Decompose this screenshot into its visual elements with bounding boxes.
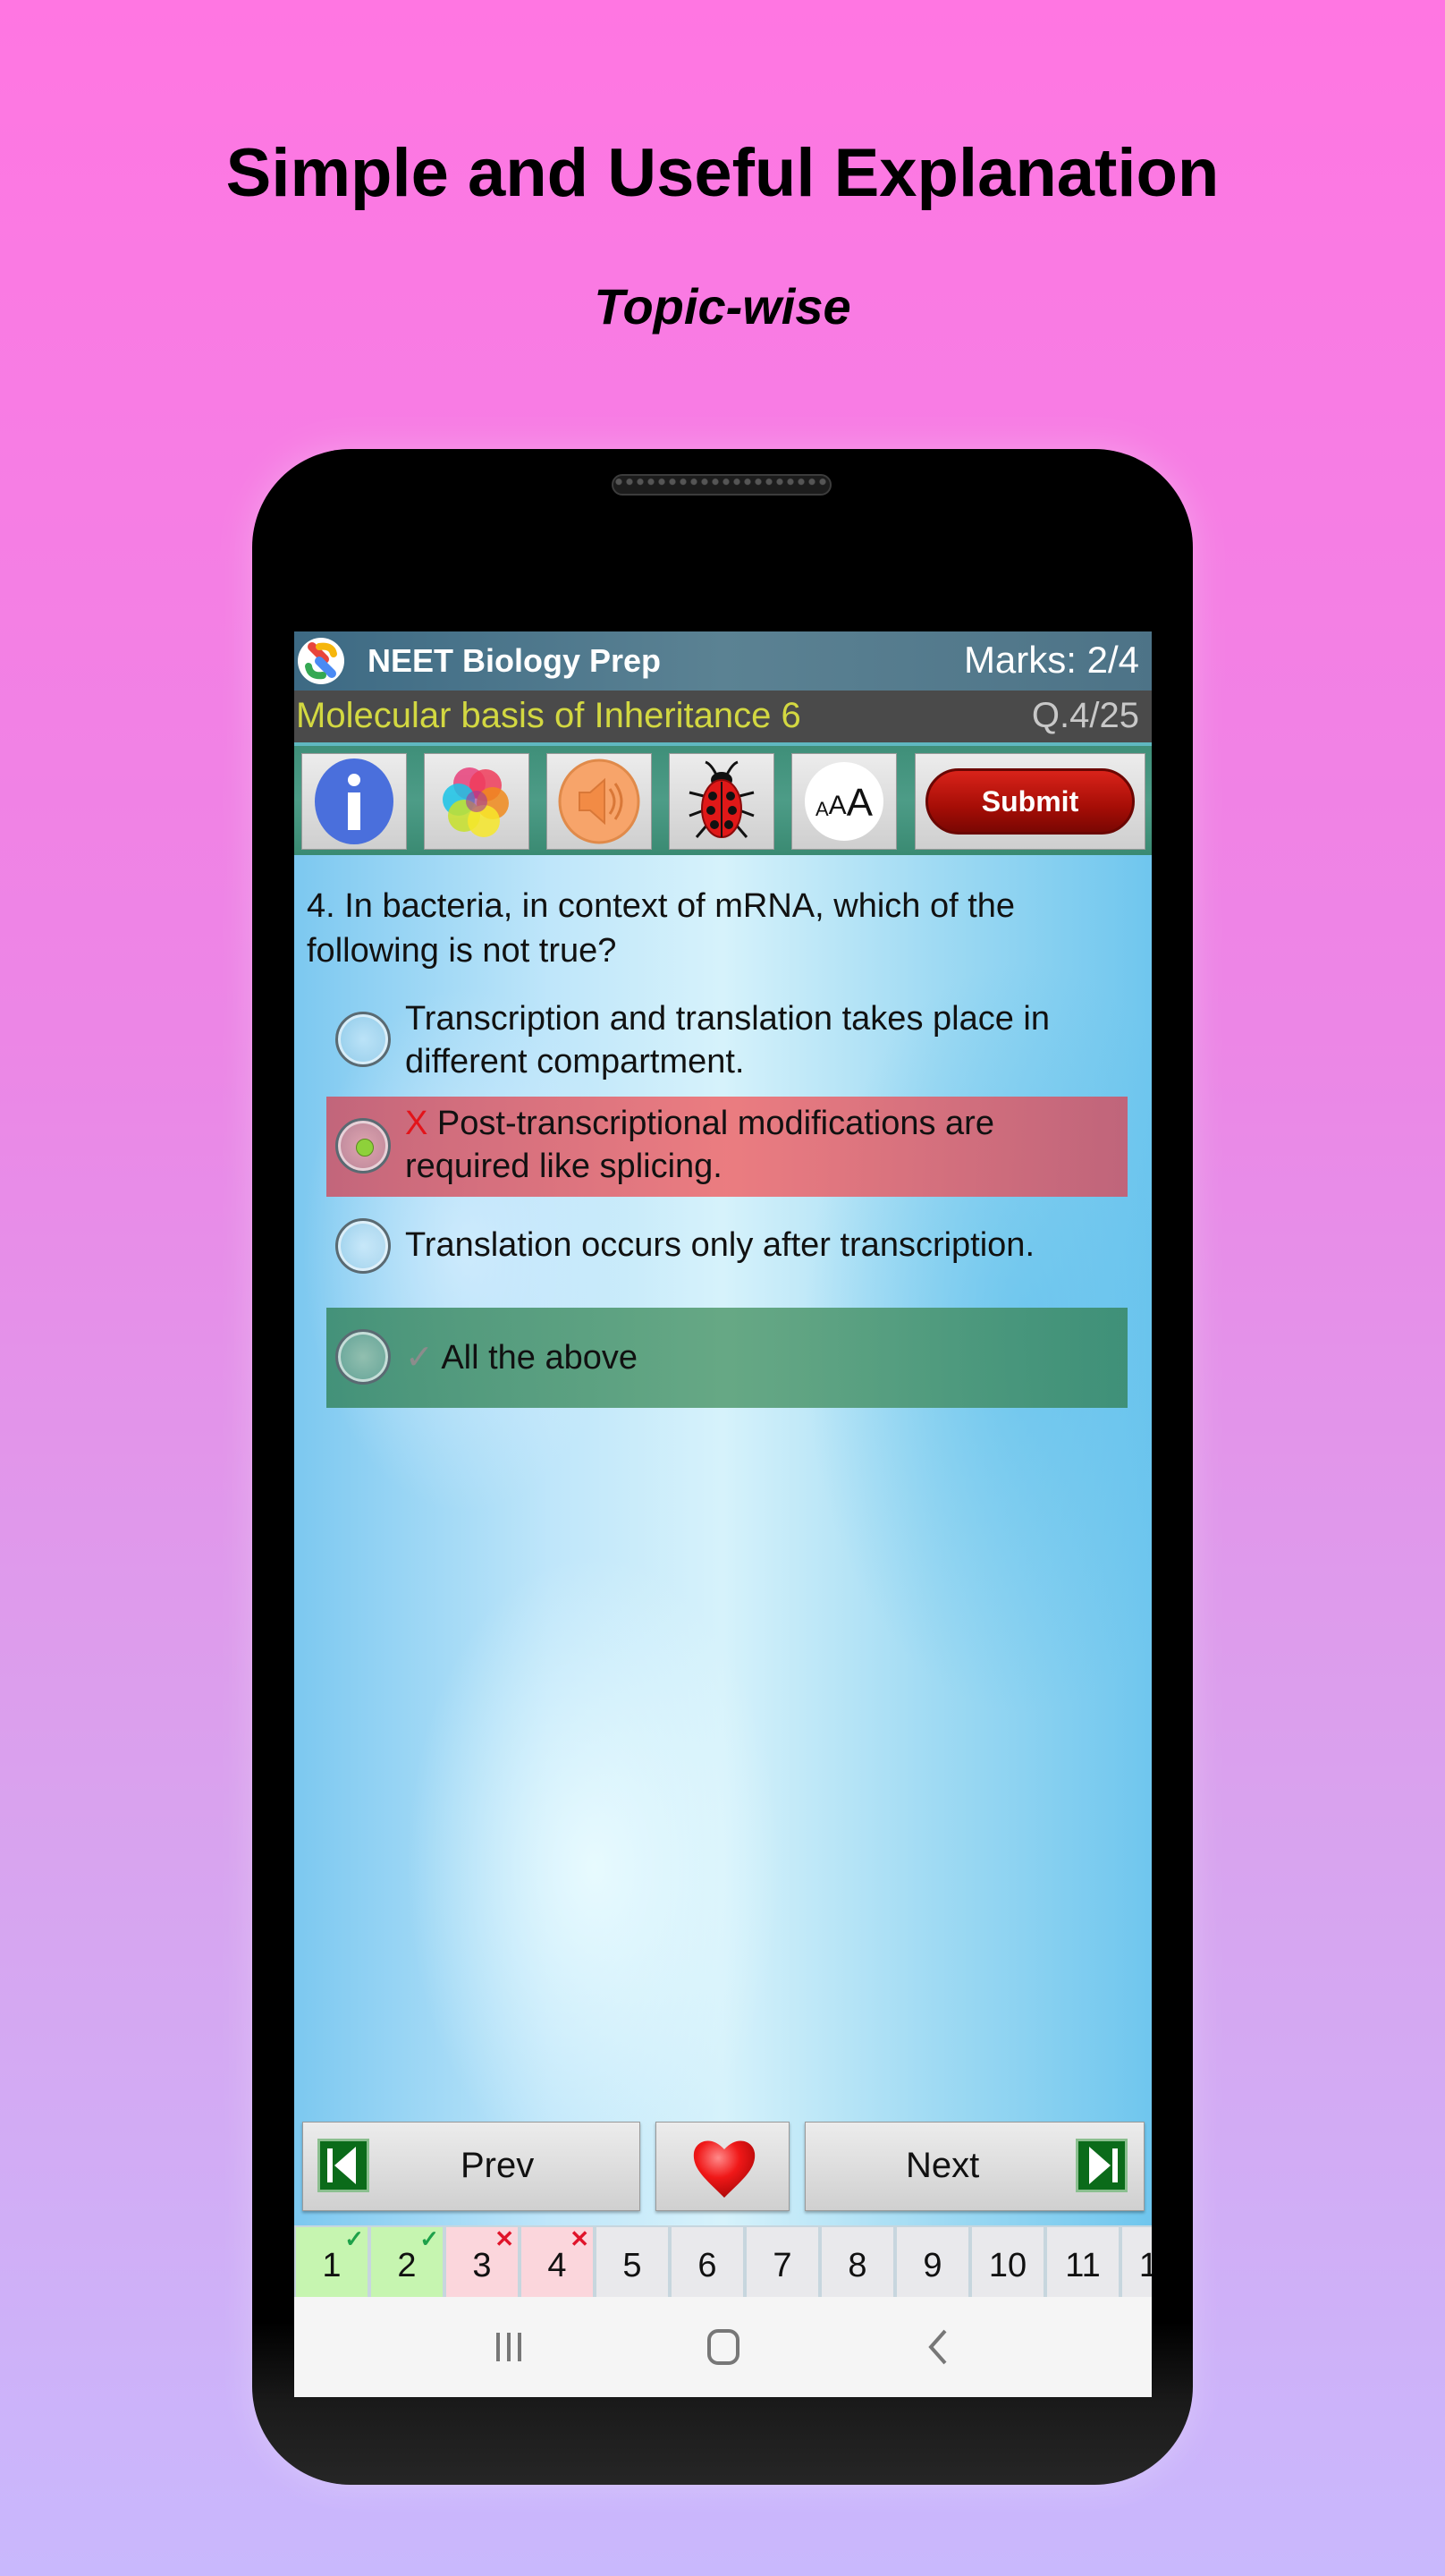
option-2-radio[interactable] xyxy=(335,1118,391,1174)
question-number-cell[interactable]: 6 xyxy=(672,2227,743,2297)
ladybug-icon xyxy=(689,760,755,838)
favorite-button[interactable] xyxy=(655,2122,790,2211)
option-4-text: All the above xyxy=(441,1339,638,1377)
speaker-icon xyxy=(558,758,640,844)
question-number: 12 xyxy=(1138,2247,1152,2284)
option-3-radio[interactable] xyxy=(335,1218,391,1274)
check-icon: ✓ xyxy=(344,2225,364,2252)
question-number-cell[interactable]: 3 ✕ xyxy=(446,2227,518,2297)
app-title: NEET Biology Prep xyxy=(368,642,662,679)
next-button[interactable]: Next xyxy=(805,2122,1145,2211)
wrong-mark-icon: X xyxy=(405,1105,428,1142)
promo-headline: Simple and Useful Explanation xyxy=(225,135,1220,211)
question-number: 3 xyxy=(472,2247,492,2284)
question-number-cell[interactable]: 2 ✓ xyxy=(371,2227,443,2297)
question-number-cell[interactable]: 8 xyxy=(822,2227,893,2297)
app-bar: NEET Biology Prep Marks: 2/4 xyxy=(294,631,1152,691)
option-4-radio[interactable] xyxy=(335,1329,391,1385)
font-size-button[interactable]: AAA xyxy=(791,753,897,850)
system-navigation-bar xyxy=(294,2297,1152,2397)
marks-score: Marks: 2/4 xyxy=(963,639,1139,681)
question-number: 6 xyxy=(697,2247,717,2284)
prev-button[interactable]: Prev xyxy=(302,2122,640,2211)
home-icon[interactable] xyxy=(697,2322,750,2372)
app-logo-icon xyxy=(298,638,344,684)
promo-subheadline: Topic-wise xyxy=(594,278,851,335)
question-number-cell[interactable]: 11 xyxy=(1047,2227,1119,2297)
question-number-cell[interactable]: 4 ✕ xyxy=(521,2227,593,2297)
question-number-cell[interactable]: 5 xyxy=(596,2227,668,2297)
question-number: 10 xyxy=(988,2247,1027,2284)
back-icon[interactable] xyxy=(911,2322,965,2372)
recents-icon[interactable] xyxy=(482,2322,536,2372)
font-size-icon: AAA xyxy=(805,762,883,841)
question-number: 5 xyxy=(622,2247,642,2284)
option-1-text: Transcription and translation takes plac… xyxy=(405,1000,1050,1080)
submit-button-container: Submit xyxy=(915,753,1145,850)
option-2-text: Post-transcriptional modifications are r… xyxy=(405,1105,994,1185)
app-screen: NEET Biology Prep Marks: 2/4 Molecular b… xyxy=(294,631,1152,2397)
selected-dot xyxy=(356,1139,374,1157)
prev-icon xyxy=(317,2139,369,2192)
prev-label: Prev xyxy=(461,2146,535,2185)
question-number-strip: 1✓2✓3✕4✕56789101112 xyxy=(294,2225,1152,2297)
next-label: Next xyxy=(906,2146,980,2185)
cross-icon: ✕ xyxy=(494,2225,514,2252)
question-number: 1 xyxy=(322,2247,342,2284)
info-icon xyxy=(315,758,393,844)
question-number: 7 xyxy=(773,2247,792,2284)
sound-button[interactable] xyxy=(546,753,652,850)
question-number-cell[interactable]: 9 xyxy=(897,2227,968,2297)
submit-button[interactable]: Submit xyxy=(925,768,1135,835)
question-number-cell[interactable]: 7 xyxy=(747,2227,818,2297)
option-1-radio[interactable] xyxy=(335,1012,391,1067)
next-icon xyxy=(1076,2139,1128,2192)
theme-button[interactable] xyxy=(424,753,529,850)
phone-speaker xyxy=(612,474,832,496)
question-number: 4 xyxy=(547,2247,567,2284)
option-2[interactable]: X Post-transcriptional modifications are… xyxy=(326,1097,1128,1197)
question-number-cell[interactable]: 10 xyxy=(972,2227,1044,2297)
check-icon: ✓ xyxy=(419,2225,439,2252)
question-number-cell[interactable]: 1 ✓ xyxy=(296,2227,368,2297)
cross-icon: ✕ xyxy=(570,2225,589,2252)
topic-bar: Molecular basis of Inheritance 6 Q.4/25 xyxy=(294,691,1152,746)
question-number: 2 xyxy=(397,2247,417,2284)
option-3-text: Translation occurs only after transcript… xyxy=(405,1226,1035,1264)
question-text: 4. In bacteria, in context of mRNA, whic… xyxy=(307,887,1016,970)
topic-title: Molecular basis of Inheritance 6 xyxy=(296,696,801,735)
option-2-content: X Post-transcriptional modifications are… xyxy=(405,1102,1120,1188)
question-counter: Q.4/25 xyxy=(1031,696,1139,735)
heart-icon xyxy=(693,2140,756,2198)
option-4[interactable]: ✓ All the above xyxy=(326,1308,1128,1408)
option-3[interactable]: Translation occurs only after transcript… xyxy=(326,1213,1128,1284)
option-1[interactable]: Transcription and translation takes plac… xyxy=(326,994,1128,1083)
color-palette-icon xyxy=(443,767,509,837)
question-number: 8 xyxy=(848,2247,867,2284)
info-button[interactable] xyxy=(301,753,407,850)
report-bug-button[interactable] xyxy=(669,753,774,850)
question-number-cell[interactable]: 12 xyxy=(1122,2227,1152,2297)
toolbar: AAA Submit xyxy=(294,746,1152,855)
question-number: 11 xyxy=(1065,2247,1101,2284)
option-4-content: ✓ All the above xyxy=(405,1336,1120,1379)
correct-mark-icon: ✓ xyxy=(405,1339,434,1377)
question-number: 9 xyxy=(923,2247,942,2284)
